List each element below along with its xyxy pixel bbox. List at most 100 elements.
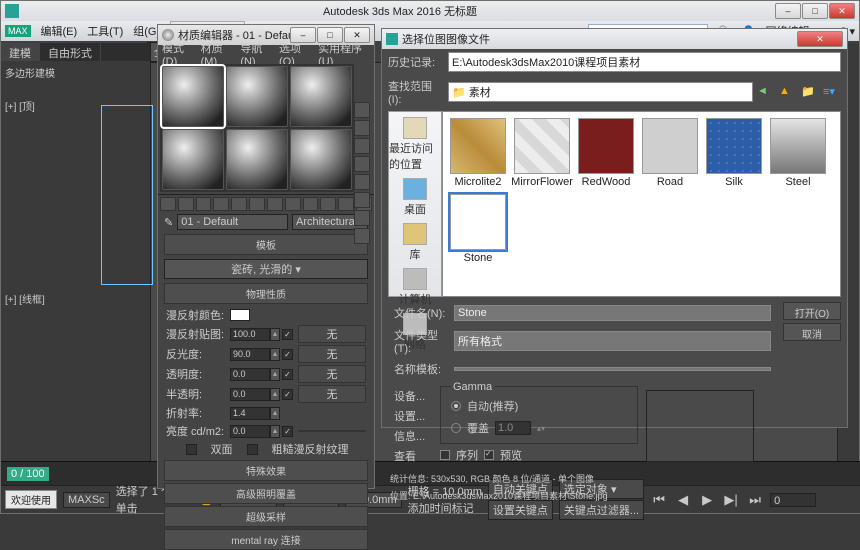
get-material-icon[interactable] — [160, 197, 176, 211]
place-recent[interactable]: 最近访问的位置 — [389, 117, 441, 172]
gamma-override-radio[interactable] — [451, 423, 461, 433]
thumb-road[interactable]: Road — [641, 118, 699, 188]
fbrowse-titlebar[interactable]: 选择位图图像文件 ✕ — [382, 29, 847, 49]
menu-edit[interactable]: 编辑(E) — [41, 23, 78, 39]
backlight-icon[interactable] — [354, 120, 370, 136]
shininess-amount[interactable]: 90.0 — [230, 348, 270, 361]
maxscript-label[interactable]: MAXSc — [63, 492, 110, 508]
select-by-mat-icon[interactable] — [354, 228, 370, 244]
twosided-check[interactable] — [186, 444, 197, 455]
material-slot-2[interactable] — [226, 66, 288, 127]
gamma-auto-radio[interactable] — [451, 401, 461, 411]
spinner-icon[interactable]: ▴ — [270, 425, 280, 438]
make-copy-icon[interactable] — [231, 197, 247, 211]
make-unique-icon[interactable] — [249, 197, 265, 211]
spinner-icon[interactable]: ▴ — [270, 368, 280, 381]
show-end-icon[interactable] — [320, 197, 336, 211]
translucency-map-button[interactable]: 无 — [298, 385, 366, 403]
up-icon[interactable]: ▲ — [779, 85, 797, 99]
section-mentalray[interactable]: mental ray 连接 — [164, 529, 368, 550]
gamma-value-input[interactable]: 1.0 — [495, 421, 531, 435]
tab-freeform[interactable]: 自由形式 — [40, 43, 101, 61]
material-slot-5[interactable] — [226, 129, 288, 190]
history-dropdown[interactable]: E:\Autodesk3dsMax2010课程项目素材 — [448, 52, 841, 72]
open-button[interactable]: 打开(O) — [783, 302, 841, 320]
spinner-icon[interactable]: ▴ — [270, 328, 280, 341]
shininess-check[interactable]: ✓ — [282, 349, 293, 360]
transparency-check[interactable]: ✓ — [282, 369, 293, 380]
filetype-dropdown[interactable]: 所有格式 — [454, 331, 771, 351]
app-logo[interactable]: MAX — [5, 25, 31, 37]
video-check-icon[interactable] — [354, 174, 370, 190]
luminance-map-button[interactable] — [298, 430, 366, 432]
material-slot-1[interactable] — [162, 66, 224, 127]
maximize-button[interactable]: □ — [802, 3, 828, 19]
ior-amount[interactable]: 1.4 — [230, 407, 270, 420]
viewport-label-wire[interactable]: [+] [线框] — [1, 287, 150, 310]
thumb-redwood[interactable]: RedWood — [577, 118, 635, 188]
spinner-icon[interactable]: ▴ — [270, 407, 280, 420]
diffuse-map-amount[interactable]: 100.0 — [230, 328, 270, 341]
thumb-steel[interactable]: Steel — [769, 118, 827, 188]
spinner-icon[interactable]: ▴ — [270, 388, 280, 401]
reset-map-icon[interactable] — [213, 197, 229, 211]
transparency-amount[interactable]: 0.0 — [230, 368, 270, 381]
section-supersample[interactable]: 超级采样 — [164, 506, 368, 527]
section-template[interactable]: 模板 — [164, 234, 368, 255]
sample-type-icon[interactable] — [354, 102, 370, 118]
newfolder-icon[interactable]: 📁 — [801, 85, 819, 99]
assign-material-icon[interactable] — [196, 197, 212, 211]
translucency-check[interactable]: ✓ — [282, 389, 293, 400]
info-button[interactable]: 信息... — [394, 426, 442, 446]
luminance-amount[interactable]: 0.0 — [230, 425, 270, 438]
put-material-icon[interactable] — [178, 197, 194, 211]
section-physical[interactable]: 物理性质 — [164, 283, 368, 304]
back-icon[interactable]: ◄ — [757, 85, 775, 99]
place-libraries[interactable]: 库 — [403, 223, 427, 262]
cancel-button[interactable]: 取消 — [783, 323, 841, 341]
gamma-spinner-icon[interactable]: ▴▾ — [537, 424, 545, 433]
translucency-amount[interactable]: 0.0 — [230, 388, 270, 401]
file-list[interactable]: Microlite2 MirrorFlower RedWood Road Sil… — [442, 111, 841, 297]
matid-icon[interactable] — [285, 197, 301, 211]
fbrowse-close[interactable]: ✕ — [797, 31, 843, 47]
section-specialfx[interactable]: 特殊效果 — [164, 460, 368, 481]
material-slot-4[interactable] — [162, 129, 224, 190]
show-map-icon[interactable] — [303, 197, 319, 211]
luminance-check[interactable]: ✓ — [282, 426, 293, 437]
background-icon[interactable] — [354, 138, 370, 154]
spinner-icon[interactable]: ▴ — [270, 348, 280, 361]
roughdiff-check[interactable] — [247, 444, 258, 455]
diffuse-color-swatch[interactable] — [230, 309, 250, 321]
viewmenu-icon[interactable]: ≡▾ — [823, 85, 841, 99]
section-advlight[interactable]: 高级照明覆盖 — [164, 483, 368, 504]
go-parent-icon[interactable] — [338, 197, 354, 211]
make-preview-icon[interactable] — [354, 192, 370, 208]
viewport-object-selection[interactable] — [101, 105, 153, 285]
thumb-silk[interactable]: Silk — [705, 118, 763, 188]
filename-input[interactable]: Stone — [454, 305, 771, 321]
lookin-dropdown[interactable]: 📁 素材 — [448, 82, 753, 102]
put-to-library-icon[interactable] — [267, 197, 283, 211]
device-button[interactable]: 设备... — [394, 386, 442, 406]
minimize-button[interactable]: – — [775, 3, 801, 19]
thumb-microlite[interactable]: Microlite2 — [449, 118, 507, 188]
template-input[interactable] — [454, 367, 771, 371]
transparency-map-button[interactable]: 无 — [298, 365, 366, 383]
material-slot-6[interactable] — [290, 129, 352, 190]
tab-modeling[interactable]: 建模 — [1, 43, 40, 61]
close-button[interactable]: ✕ — [829, 3, 855, 19]
menu-tools[interactable]: 工具(T) — [87, 23, 123, 39]
template-dropdown[interactable]: 瓷砖, 光滑的 ▾ — [164, 259, 368, 279]
settings-button[interactable]: 设置... — [394, 406, 442, 426]
shininess-map-button[interactable]: 无 — [298, 345, 366, 363]
frame-indicator[interactable]: 0 / 100 — [7, 467, 49, 481]
view-button[interactable]: 查看 — [394, 446, 442, 466]
diffuse-map-button[interactable]: 无 — [298, 325, 366, 343]
sample-uv-icon[interactable] — [354, 156, 370, 172]
eyedropper-icon[interactable]: ✎ — [164, 216, 173, 229]
material-slot-3[interactable] — [290, 66, 352, 127]
preview-check[interactable] — [484, 450, 494, 460]
material-name-input[interactable]: 01 - Default — [177, 214, 288, 230]
thumb-stone[interactable]: Stone — [449, 194, 507, 264]
